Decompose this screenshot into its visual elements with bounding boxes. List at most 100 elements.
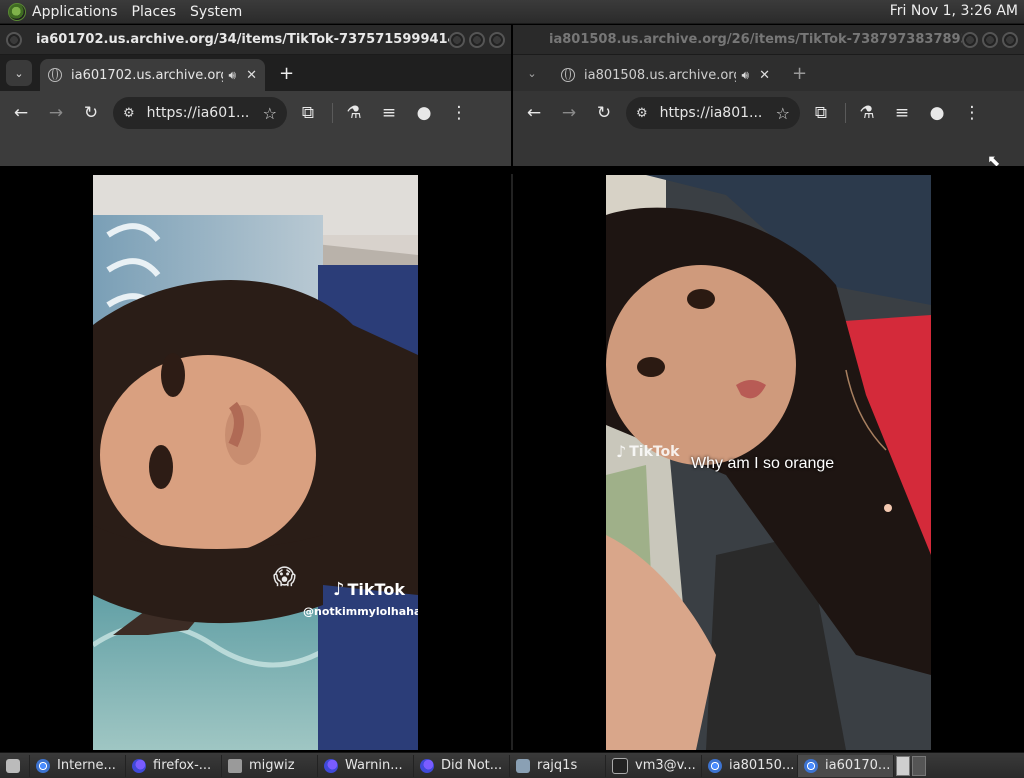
chrome-icon	[708, 758, 722, 773]
extensions-puzzle-icon[interactable]: ⧉	[294, 99, 322, 127]
new-tab-plus-icon[interactable]: +	[792, 63, 807, 84]
toolbar-divider	[332, 103, 333, 123]
bookmarks-bar	[0, 135, 511, 166]
folder-icon	[228, 758, 242, 773]
workspace-1[interactable]	[896, 755, 910, 776]
workspace-switcher[interactable]	[896, 755, 926, 776]
address-bar[interactable]: ⚙ https://ia601... ☆	[113, 97, 287, 129]
chrome-icon	[36, 758, 50, 773]
workspace-2[interactable]	[912, 755, 926, 776]
system-menu[interactable]: System	[190, 4, 242, 20]
tiktok-logo-icon: ♪	[333, 579, 345, 600]
globe-icon	[561, 68, 575, 82]
taskbar-item[interactable]: migwiz	[222, 754, 318, 777]
site-info-icon[interactable]: ⚙	[123, 106, 135, 121]
bookmark-star-icon[interactable]: ☆	[263, 104, 277, 123]
site-info-icon[interactable]: ⚙	[636, 106, 648, 121]
tab-strip: ⌄ ia801508.us.archive.org/ 🔊︎ ✕ +	[513, 55, 1024, 91]
profile-avatar-icon[interactable]: ●	[410, 99, 438, 127]
taskbar-item-label: Interne...	[57, 758, 116, 773]
kebab-menu-icon[interactable]: ⋮	[958, 99, 986, 127]
labs-flask-icon[interactable]: ⚗	[853, 99, 881, 127]
reload-icon[interactable]: ↻	[77, 99, 105, 127]
firefox-icon	[420, 758, 434, 773]
bookmark-star-icon[interactable]: ☆	[776, 104, 790, 123]
window-titlebar[interactable]: ia601702.us.archive.org/34/items/TikTok-…	[0, 25, 511, 55]
tab-title: ia801508.us.archive.org/	[584, 67, 736, 83]
browser-window-right: ia801508.us.archive.org/26/items/TikTok-…	[513, 25, 1024, 750]
new-tab-plus-icon[interactable]: +	[279, 63, 294, 84]
browser-toolbar: ← → ↻ ⚙ https://ia601... ☆ ⧉ ⚗ ≡ ● ⋮	[0, 91, 511, 135]
browser-toolbar: ← → ↻ ⚙ https://ia801... ☆ ⧉ ⚗ ≡ ● ⋮	[513, 91, 1024, 135]
back-arrow-icon[interactable]: ←	[520, 99, 548, 127]
address-bar[interactable]: ⚙ https://ia801... ☆	[626, 97, 800, 129]
tab-active[interactable]: ia601702.us.archive.org/3 🔊︎ ✕	[40, 59, 265, 91]
tiktok-video-player[interactable]: 😱 ♪ TikTok @notkimmylolhaha	[93, 175, 418, 750]
top-panel: Applications Places System Fri Nov 1, 3:…	[0, 0, 1024, 24]
taskbar-item[interactable]: firefox-...	[126, 754, 222, 777]
close-tab-icon[interactable]: ✕	[246, 68, 257, 83]
show-desktop-button[interactable]	[0, 754, 30, 777]
taskbar-item-label: ia60170...	[825, 758, 891, 773]
forward-arrow-icon[interactable]: →	[42, 99, 70, 127]
applications-menu[interactable]: Applications	[32, 4, 118, 20]
distro-logo-icon[interactable]	[8, 2, 26, 21]
browser-window-left: ia601702.us.archive.org/34/items/TikTok-…	[0, 25, 511, 750]
minimize-button[interactable]	[962, 31, 978, 48]
globe-icon	[48, 68, 62, 82]
window-menu-icon[interactable]	[6, 31, 22, 48]
labs-flask-icon[interactable]: ⚗	[340, 99, 368, 127]
reload-icon[interactable]: ↻	[590, 99, 618, 127]
taskbar-item[interactable]: Did Not...	[414, 754, 510, 777]
page-viewport: 😱 ♪ TikTok @notkimmylolhaha	[0, 166, 511, 750]
close-window-button[interactable]	[1002, 31, 1018, 48]
tiktok-watermark: ♪ TikTok	[616, 442, 680, 461]
media-queue-icon[interactable]: ≡	[375, 99, 403, 127]
speaker-icon[interactable]: 🔊︎	[229, 68, 237, 83]
tiktok-logo-icon: ♪	[616, 442, 627, 461]
taskbar-item-label: vm3@v...	[635, 758, 696, 773]
tab-search-chevron-icon[interactable]: ⌄	[519, 60, 545, 86]
forward-arrow-icon[interactable]: →	[555, 99, 583, 127]
maximize-button[interactable]	[982, 31, 998, 48]
creator-handle: @notkimmylolhaha	[303, 605, 418, 618]
taskbar-item-label: firefox-...	[153, 758, 212, 773]
taskbar-item-label: rajq1s	[537, 758, 578, 773]
window-title: ia801508.us.archive.org/26/items/TikTok-…	[549, 32, 962, 47]
speaker-icon[interactable]: 🔊︎	[742, 68, 750, 83]
taskbar-item-label: ia80150...	[729, 758, 795, 773]
tab-active[interactable]: ia801508.us.archive.org/ 🔊︎ ✕	[553, 59, 778, 91]
video-frame	[93, 175, 418, 750]
media-queue-icon[interactable]: ≡	[888, 99, 916, 127]
shock-emoji: 😱	[273, 565, 296, 590]
tiktok-video-player[interactable]: ♪ TikTok Why am I so orange	[606, 175, 931, 750]
taskbar-item[interactable]: ia80150...	[702, 754, 798, 777]
extensions-puzzle-icon[interactable]: ⧉	[807, 99, 835, 127]
address-url[interactable]: https://ia801...	[660, 105, 776, 121]
back-arrow-icon[interactable]: ←	[7, 99, 35, 127]
maximize-button[interactable]	[469, 31, 485, 48]
profile-avatar-icon[interactable]: ●	[923, 99, 951, 127]
window-title: ia601702.us.archive.org/34/items/TikTok-…	[36, 32, 449, 47]
video-caption: Why am I so orange	[691, 455, 835, 472]
minimize-button[interactable]	[449, 31, 465, 48]
close-tab-icon[interactable]: ✕	[759, 68, 770, 83]
window-titlebar[interactable]: ia801508.us.archive.org/26/items/TikTok-…	[513, 25, 1024, 55]
taskbar-item[interactable]: Interne...	[30, 754, 126, 777]
tab-search-chevron-icon[interactable]: ⌄	[6, 60, 32, 86]
address-url[interactable]: https://ia601...	[147, 105, 263, 121]
tab-title: ia601702.us.archive.org/3	[71, 67, 223, 83]
kebab-menu-icon[interactable]: ⋮	[445, 99, 473, 127]
taskbar-item[interactable]: rajq1s	[510, 754, 606, 777]
taskbar-item[interactable]: vm3@v...	[606, 754, 702, 777]
tiktok-wordmark: TikTok	[347, 580, 405, 599]
panel-clock[interactable]: Fri Nov 1, 3:26 AM	[890, 3, 1018, 19]
taskbar-item[interactable]: Warnin...	[318, 754, 414, 777]
taskbar-item-active[interactable]: ia60170...	[798, 754, 894, 777]
taskbar-item-label: Warnin...	[345, 758, 403, 773]
chrome-icon	[804, 758, 818, 773]
places-menu[interactable]: Places	[132, 4, 177, 20]
tab-strip: ⌄ ia601702.us.archive.org/3 🔊︎ ✕ +	[0, 55, 511, 91]
close-window-button[interactable]	[489, 31, 505, 48]
taskbar-item-label: Did Not...	[441, 758, 503, 773]
